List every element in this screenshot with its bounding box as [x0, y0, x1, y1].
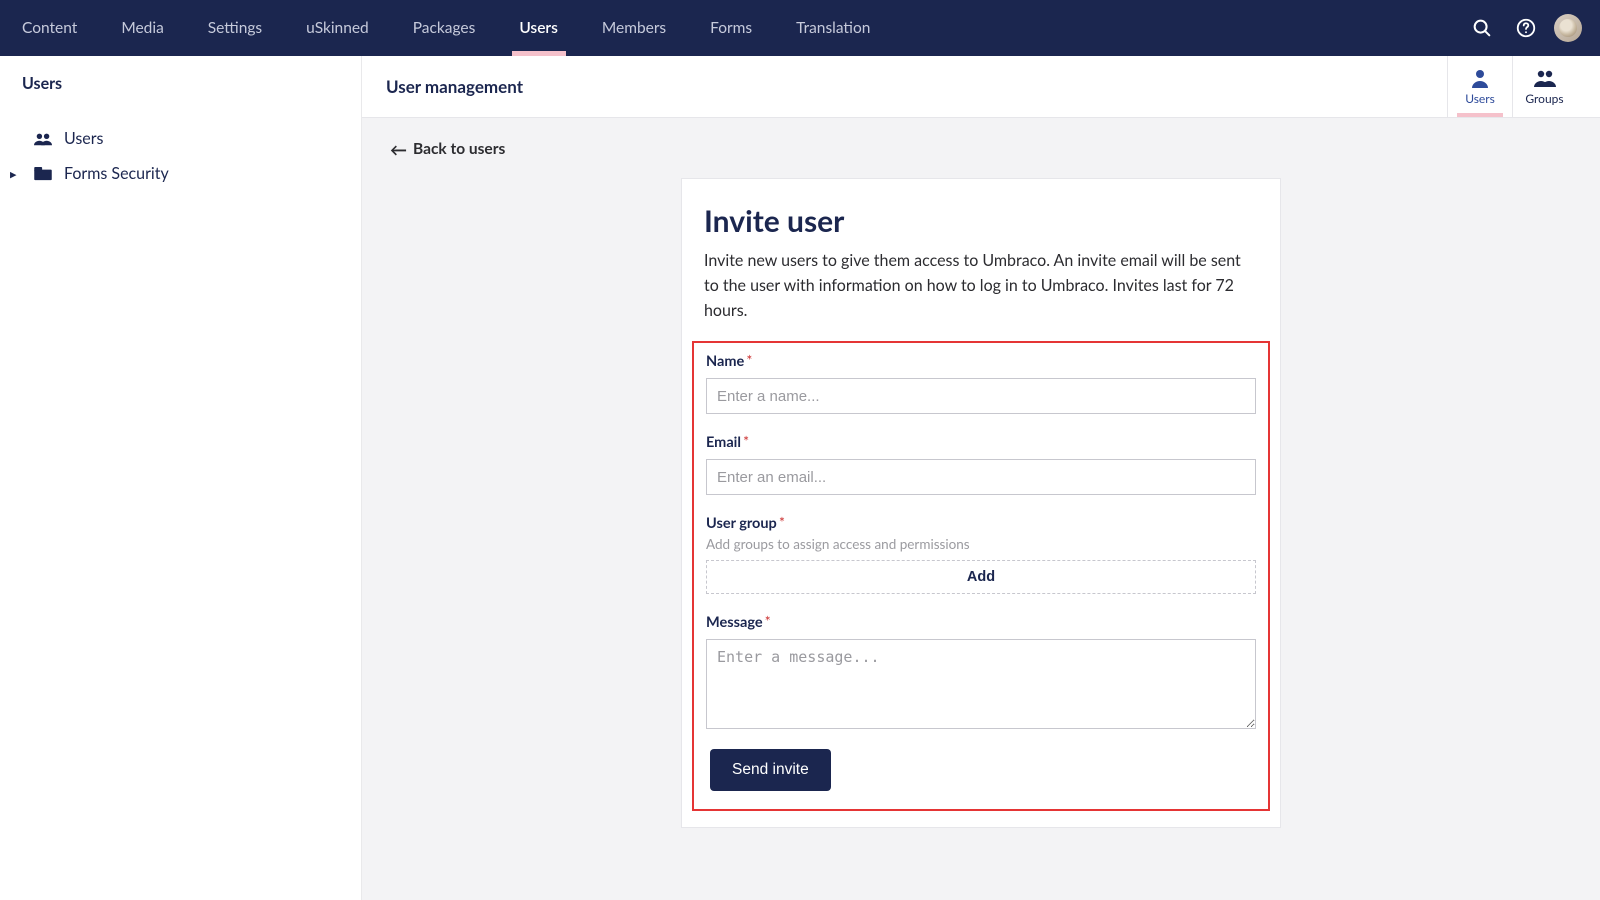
group-icon [1533, 68, 1557, 88]
top-nav: Content Media Settings uSkinned Packages… [0, 0, 1600, 56]
help-icon [1515, 17, 1537, 39]
help-button[interactable] [1504, 6, 1548, 50]
arrow-left-icon: ← [390, 141, 407, 158]
content-header: User management Users Groups [362, 56, 1600, 118]
main-scroll-area: ← Back to users Invite user Invite new u… [362, 118, 1600, 900]
required-asterisk: * [746, 353, 752, 370]
nav-media[interactable]: Media [99, 0, 185, 56]
required-asterisk: * [765, 614, 771, 631]
nav-members[interactable]: Members [580, 0, 688, 56]
add-user-group-button[interactable]: Add [706, 560, 1256, 594]
nav-label: Forms [710, 19, 752, 37]
page-title: User management [386, 76, 523, 97]
name-input[interactable] [706, 378, 1256, 414]
chevron-right-icon: ▸ [10, 165, 17, 182]
add-label: Add [967, 569, 995, 585]
nav-forms[interactable]: Forms [688, 0, 774, 56]
sidebar-item-label: Forms Security [64, 164, 169, 183]
tab-label: Users [1465, 91, 1495, 106]
nav-label: Translation [796, 19, 870, 37]
search-icon [1471, 17, 1493, 39]
tab-users[interactable]: Users [1448, 56, 1512, 117]
tab-underline [1522, 113, 1568, 117]
back-link-label: Back to users [413, 140, 505, 158]
tab-underline [1457, 113, 1503, 117]
email-label: Email* [706, 434, 749, 451]
name-label: Name* [706, 353, 752, 370]
header-tabs: Users Groups [1447, 56, 1576, 117]
nav-label: Content [22, 19, 77, 37]
send-invite-button[interactable]: Send invite [710, 749, 831, 791]
users-icon [34, 132, 52, 146]
label-text: Email [706, 434, 741, 451]
sidebar-item-label: Users [64, 129, 103, 148]
back-to-users-link[interactable]: ← Back to users [390, 140, 505, 158]
form-highlight-box: Name* Email* User group* Add groups to a… [692, 341, 1270, 811]
search-button[interactable] [1460, 6, 1504, 50]
tab-groups[interactable]: Groups [1512, 56, 1576, 117]
app-body: User management Users Groups ← Back to u… [362, 56, 1600, 900]
user-group-label: User group* [706, 515, 785, 532]
message-label: Message* [706, 614, 771, 631]
top-nav-items: Content Media Settings uSkinned Packages… [0, 0, 892, 56]
folder-icon [34, 167, 52, 181]
nav-label: Media [121, 19, 163, 37]
send-label: Send invite [732, 761, 809, 778]
nav-uskinned[interactable]: uSkinned [284, 0, 391, 56]
tab-label: Groups [1525, 91, 1563, 106]
sidebar-title: Users [20, 74, 341, 93]
nav-label: Settings [208, 19, 262, 37]
invite-user-card: Invite user Invite new users to give the… [681, 178, 1281, 828]
label-text: Message [706, 614, 763, 631]
field-name: Name* [706, 351, 1256, 414]
invite-heading: Invite user [704, 203, 1258, 239]
nav-users[interactable]: Users [497, 0, 580, 56]
nav-label: uSkinned [306, 19, 369, 37]
field-user-group: User group* Add groups to assign access … [706, 513, 1256, 594]
avatar-image [1559, 19, 1577, 37]
label-text: Name [706, 353, 744, 370]
required-asterisk: * [743, 434, 749, 451]
nav-label: Packages [413, 19, 476, 37]
nav-label: Members [602, 19, 666, 37]
sidebar-item-users[interactable]: Users [20, 121, 341, 156]
user-avatar[interactable] [1554, 14, 1582, 42]
nav-packages[interactable]: Packages [391, 0, 498, 56]
nav-label: Users [519, 19, 558, 37]
nav-settings[interactable]: Settings [186, 0, 284, 56]
required-asterisk: * [779, 515, 785, 532]
invite-description: Invite new users to give them access to … [704, 249, 1258, 323]
sidebar-item-forms-security[interactable]: ▸ Forms Security [20, 156, 341, 191]
user-icon [1469, 68, 1491, 88]
email-input[interactable] [706, 459, 1256, 495]
left-sidebar: Users Users ▸ Forms Security [0, 56, 362, 900]
nav-content[interactable]: Content [0, 0, 99, 56]
field-message: Message* [706, 612, 1256, 733]
label-text: User group [706, 515, 777, 532]
nav-translation[interactable]: Translation [774, 0, 892, 56]
user-group-hint: Add groups to assign access and permissi… [706, 536, 1256, 552]
field-email: Email* [706, 432, 1256, 495]
message-textarea[interactable] [706, 639, 1256, 729]
